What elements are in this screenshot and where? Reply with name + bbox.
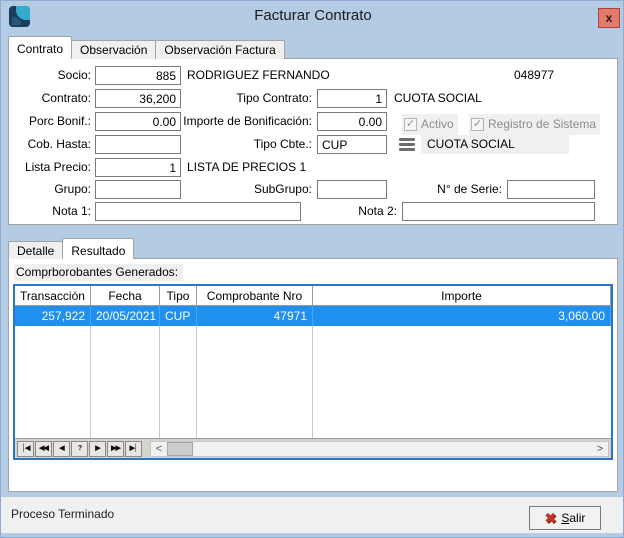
salir-label: Salir (561, 511, 585, 525)
last-record-button[interactable]: ▶│ (125, 441, 142, 457)
salir-button[interactable]: ✖ Salir (529, 506, 601, 530)
tab-observacion-factura[interactable]: Observación Factura (155, 40, 284, 59)
check-icon: ✓ (404, 118, 417, 131)
grid-header: Transacción Fecha Tipo Comprobante Nro I… (15, 286, 611, 306)
contrato-page: Socio: RODRIGUEZ FERNANDO 048977 Contrat… (8, 58, 618, 225)
footer-bar: Proceso Terminado ✖ Salir (1, 497, 623, 533)
cell-transaccion: 257,922 (15, 306, 91, 326)
prior-page-button[interactable]: ◀◀ (35, 441, 52, 457)
title-bar: Facturar Contrato x (1, 1, 624, 31)
socio-input[interactable] (95, 66, 181, 85)
socio-label: Socio: (9, 66, 91, 85)
importe-bonif-label: Importe de Bonificación: (144, 112, 312, 131)
help-button[interactable]: ? (71, 441, 88, 457)
result-pagecontrol: Detalle Resultado Comprborobantes Genera… (8, 239, 618, 492)
tipo-cbte-label: Tipo Cbte.: (144, 135, 312, 154)
scroll-right-icon[interactable]: > (592, 442, 608, 456)
window-title: Facturar Contrato (1, 1, 624, 31)
close-icon[interactable]: x (598, 8, 620, 28)
menu-icon[interactable] (399, 138, 415, 151)
prior-record-button[interactable]: ◀ (53, 441, 70, 457)
nota1-label: Nota 1: (9, 202, 91, 221)
socio-name: RODRIGUEZ FERNANDO (187, 66, 330, 85)
lista-precio-input[interactable] (95, 158, 181, 177)
col-comprobante-nro[interactable]: Comprobante Nro (197, 286, 313, 305)
activo-label: Activo (421, 115, 454, 134)
socio-code: 048977 (514, 66, 574, 85)
lista-precio-desc: LISTA DE PRECIOS 1 (187, 158, 306, 177)
status-text: Proceso Terminado (11, 507, 114, 521)
cell-tipo: CUP (160, 306, 197, 326)
grid-empty-area (15, 326, 611, 438)
lista-precio-label: Lista Precio: (9, 158, 91, 177)
tab-resultado[interactable]: Resultado (62, 238, 134, 259)
col-fecha[interactable]: Fecha (91, 286, 160, 305)
first-record-button[interactable]: │◀ (17, 441, 34, 457)
tipo-contrato-desc: CUOTA SOCIAL (394, 89, 482, 108)
tipo-cbte-desc: CUOTA SOCIAL (421, 135, 569, 154)
tipo-contrato-input[interactable] (317, 89, 387, 108)
tipo-cbte-input[interactable] (317, 135, 387, 154)
cell-fecha: 20/05/2021 (91, 306, 160, 326)
col-tipo[interactable]: Tipo (160, 286, 197, 305)
importe-bonif-input[interactable] (317, 112, 387, 131)
registro-sistema-checkbox[interactable]: ✓ Registro de Sistema (469, 114, 600, 135)
facturar-contrato-dialog: Facturar Contrato x Contrato Observación… (0, 0, 624, 538)
tab-detalle[interactable]: Detalle (8, 241, 63, 259)
porc-bonif-label: Porc Bonif.: (9, 112, 91, 131)
db-navigator: │◀ ◀◀ ◀ ? ▶ ▶▶ ▶│ < > (15, 438, 611, 458)
next-page-button[interactable]: ▶▶ (107, 441, 124, 457)
next-record-button[interactable]: ▶ (89, 441, 106, 457)
resultado-page: Comprborobantes Generados: Transacción F… (8, 258, 618, 492)
activo-checkbox[interactable]: ✓ Activo (402, 114, 458, 135)
cell-importe: 3,060.00 (313, 306, 611, 326)
horizontal-scrollbar[interactable]: < > (150, 441, 609, 457)
comprobantes-grid[interactable]: Transacción Fecha Tipo Comprobante Nro I… (13, 284, 613, 460)
nota1-input[interactable] (95, 202, 301, 221)
table-row[interactable]: 257,922 20/05/2021 CUP 47971 3,060.00 (15, 306, 611, 326)
tab-observacion[interactable]: Observación (71, 40, 156, 59)
contract-pagecontrol: Contrato Observación Observación Factura… (8, 37, 618, 225)
tab-contrato[interactable]: Contrato (8, 36, 72, 59)
bottom-tab-strip: Detalle Resultado (8, 239, 618, 259)
serie-label: N° de Serie: (429, 180, 502, 199)
top-tab-strip: Contrato Observación Observación Factura (8, 37, 618, 59)
check-icon: ✓ (471, 118, 484, 131)
tipo-contrato-label: Tipo Contrato: (144, 89, 312, 108)
col-transaccion[interactable]: Transacción (15, 286, 91, 305)
scrollbar-thumb[interactable] (167, 442, 193, 456)
cob-hasta-label: Cob. Hasta: (9, 135, 91, 154)
serie-input[interactable] (507, 180, 595, 199)
exit-x-icon: ✖ (545, 510, 557, 527)
registro-sistema-label: Registro de Sistema (488, 115, 596, 134)
nota2-label: Nota 2: (309, 202, 397, 221)
cell-comprobante-nro: 47971 (197, 306, 313, 326)
subgrupo-label: SubGrupo: (144, 180, 312, 199)
nota2-input[interactable] (402, 202, 595, 221)
comprobantes-caption: Comprborobantes Generados: (14, 264, 183, 281)
col-importe[interactable]: Importe (313, 286, 611, 305)
contrato-label: Contrato: (9, 89, 91, 108)
scrollbar-track[interactable] (193, 442, 592, 456)
subgrupo-input[interactable] (317, 180, 387, 199)
scroll-left-icon[interactable]: < (151, 442, 167, 456)
grupo-label: Grupo: (9, 180, 91, 199)
